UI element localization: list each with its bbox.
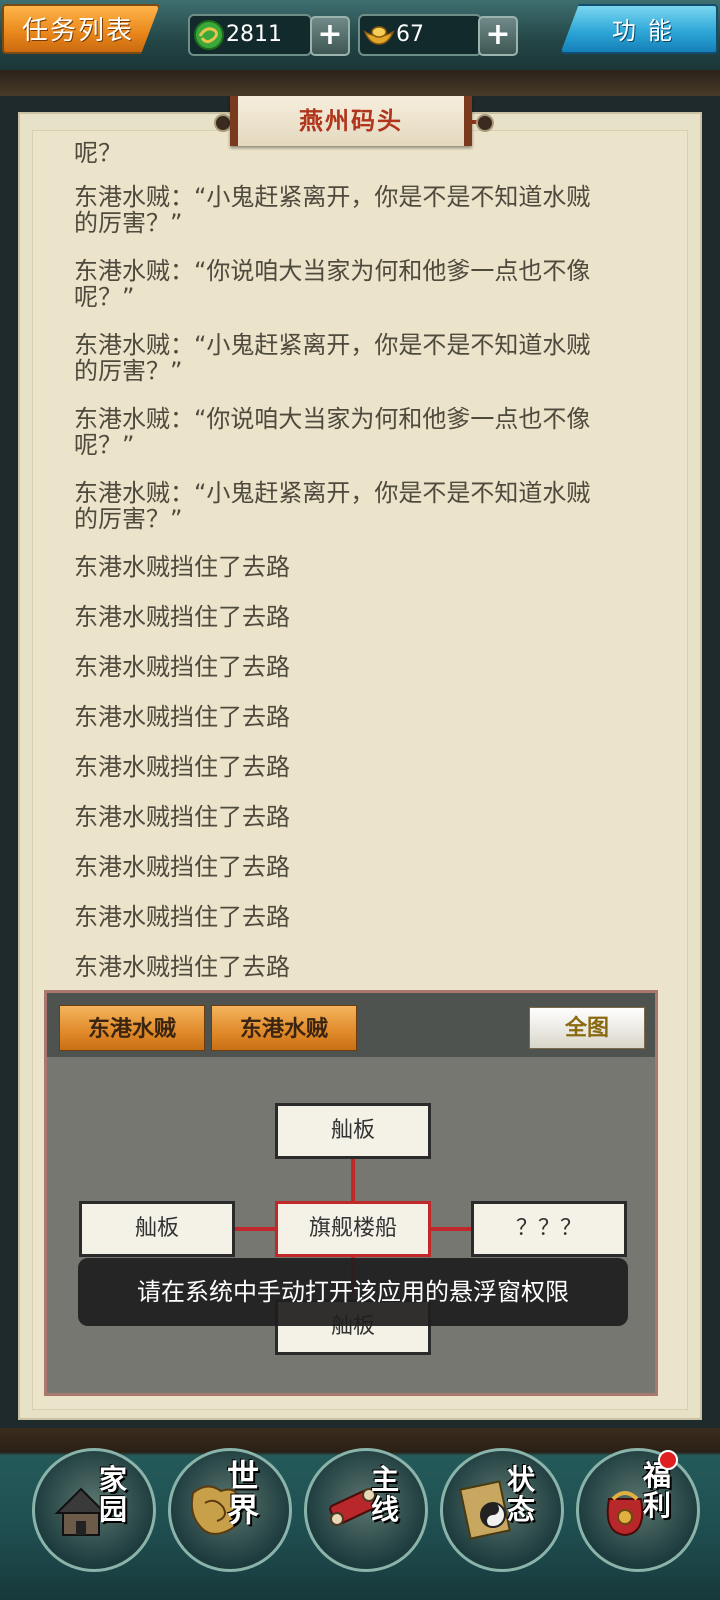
log-entry: 东港水贼：“你说咱大当家为何和他爹一点也不像 呢？” [74, 406, 654, 458]
log-line: 东港水贼：“小鬼赶紧离开，你是不是不知道水贼 [74, 479, 591, 507]
log-line: 呢？” [74, 283, 135, 311]
map-connector [233, 1227, 275, 1231]
top-bar-trim [0, 70, 720, 96]
log-entry: 东港水贼：“小鬼赶紧离开，你是不是不知道水贼 的厉害？” [74, 480, 654, 532]
location-title: 燕州码头 [230, 96, 472, 146]
log-line: 东港水贼挡住了去路 [74, 853, 290, 881]
log-line: 东港水贼挡住了去路 [74, 803, 290, 831]
log-line: 的厉害？” [74, 357, 183, 385]
log-line: 东港水贼：“小鬼赶紧离开，你是不是不知道水贼 [74, 183, 591, 211]
coin-counter: 2811 [188, 14, 312, 56]
full-map-button[interactable]: 全图 [529, 1007, 645, 1049]
nav-label: 状态 [507, 1463, 536, 1526]
log-line: 东港水贼挡住了去路 [74, 903, 290, 931]
nav-status[interactable]: 状态 [440, 1448, 564, 1572]
nav-label: 世界 [227, 1457, 260, 1529]
nav-main-quest[interactable]: 主线 [304, 1448, 428, 1572]
add-coins-button[interactable]: + [310, 16, 350, 56]
ingot-counter: 67 [358, 14, 482, 56]
nav-label: 家园 [99, 1463, 128, 1526]
permission-toast: 请在系统中手动打开该应用的悬浮窗权限 [78, 1258, 628, 1326]
map-header: 东港水贼 东港水贼 全图 [47, 993, 655, 1057]
log-line: 呢？” [74, 431, 135, 459]
log-line: 呢？ [74, 140, 122, 164]
nav-welfare[interactable]: 福利 [576, 1448, 700, 1572]
log-line: 东港水贼挡住了去路 [74, 703, 290, 731]
nav-home[interactable]: 家园 [32, 1448, 156, 1572]
log-entry: 东港水贼：“你说咱大当家为何和他爹一点也不像 呢？” [74, 258, 654, 310]
npc-button[interactable]: 东港水贼 [211, 1005, 357, 1051]
log-line: 东港水贼挡住了去路 [74, 953, 290, 981]
log-line: 东港水贼挡住了去路 [74, 653, 290, 681]
map-panel: 东港水贼 东港水贼 全图 舢板 舢板 旗舰楼船 ？？？ 舢板 [44, 990, 658, 1396]
log-entry: 东港水贼：“小鬼赶紧离开，你是不是不知道水贼 的厉害？” [74, 184, 654, 236]
map-connector [431, 1227, 471, 1231]
nav-label: 福利 [643, 1459, 672, 1522]
map-room-north[interactable]: 舢板 [275, 1103, 431, 1159]
notification-dot [658, 1450, 678, 1470]
nav-label: 主线 [371, 1463, 400, 1526]
map-room-current[interactable]: 旗舰楼船 [275, 1201, 431, 1257]
map-connector [351, 1157, 355, 1203]
coin-amount: 2811 [226, 22, 282, 47]
log-line: 的厉害？” [74, 505, 183, 533]
npc-button[interactable]: 东港水贼 [59, 1005, 205, 1051]
nav-world[interactable]: 世界 [168, 1448, 292, 1572]
log-line: 东港水贼：“你说咱大当家为何和他爹一点也不像 [74, 257, 591, 285]
log-line: 东港水贼挡住了去路 [74, 603, 290, 631]
map-room-west[interactable]: 舢板 [79, 1201, 235, 1257]
log-line: 东港水贼挡住了去路 [74, 753, 290, 781]
log-line: 的厉害？” [74, 209, 183, 237]
gold-ingot-icon [363, 26, 395, 45]
function-button[interactable]: 功能 [560, 4, 718, 54]
task-list-button[interactable]: 任务列表 [2, 4, 160, 54]
rod-knob-right [476, 114, 494, 132]
log-line: 东港水贼：“小鬼赶紧离开，你是不是不知道水贼 [74, 331, 591, 359]
add-ingots-button[interactable]: + [478, 16, 518, 56]
top-bar: 任务列表 2811 + 67 + 功能 [0, 0, 720, 73]
map-room-east[interactable]: ？？？ [471, 1201, 627, 1257]
log-entry: 东港水贼：“小鬼赶紧离开，你是不是不知道水贼 的厉害？” [74, 332, 654, 384]
event-log: 呢？ 东港水贼：“小鬼赶紧离开，你是不是不知道水贼 的厉害？” 东港水贼：“你说… [74, 140, 654, 1004]
dragon-coin-icon [194, 20, 224, 50]
ingot-amount: 67 [396, 22, 424, 47]
log-line: 东港水贼：“你说咱大当家为何和他爹一点也不像 [74, 405, 591, 433]
log-line: 东港水贼挡住了去路 [74, 553, 290, 581]
